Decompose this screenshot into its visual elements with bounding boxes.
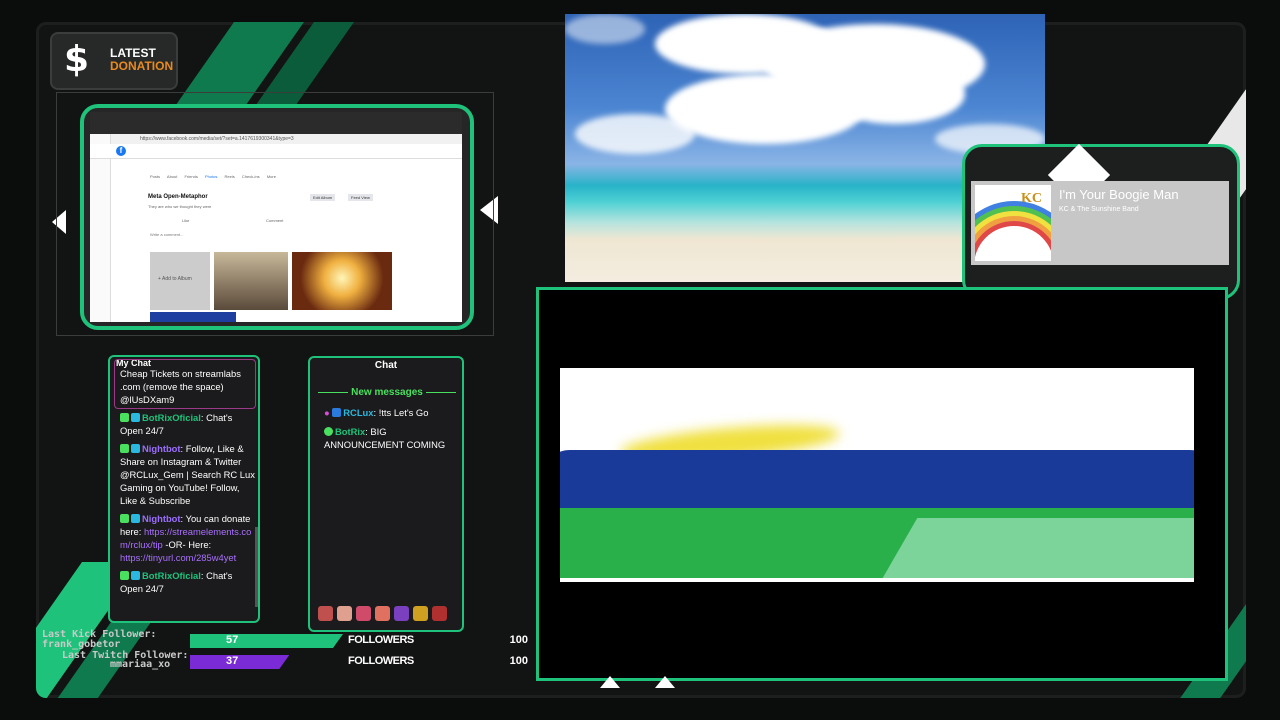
now-playing-widget: KC I'm Your Boogie Man KC & The Sunshine… — [962, 143, 1240, 300]
browser-tab-bar[interactable] — [90, 112, 462, 134]
album-art: KC — [975, 185, 1051, 261]
bot-badge-icon — [131, 413, 140, 422]
emote-icon — [337, 606, 352, 621]
chat-panel: Chat New messages ● RCLux: !tts Let's Go… — [308, 356, 464, 632]
twitch-follower-goal: 37 FOLLOWERS 100 — [190, 655, 530, 669]
video-player-frame — [536, 287, 1228, 681]
facebook-tabs[interactable]: Posts About Friends Photos Reels Check-i… — [150, 174, 276, 179]
video-content[interactable] — [560, 368, 1194, 582]
scrollbar[interactable] — [255, 527, 258, 607]
emote-icon — [375, 606, 390, 621]
my-chat-panel: My Chat Cheap Tickets on streamlabs .com… — [108, 355, 260, 623]
album-photo[interactable] — [292, 252, 392, 310]
comment-button[interactable]: Comment — [266, 218, 283, 223]
my-chat-messages[interactable]: Cheap Tickets on streamlabs .com (remove… — [120, 368, 256, 600]
mic-icon: ● — [324, 407, 330, 418]
arrow-up-icon — [655, 676, 675, 688]
feed-view-button[interactable]: Feed View — [348, 194, 373, 201]
chat-message: Nightbot: You can donate here: https://s… — [120, 513, 252, 563]
badge-icon — [120, 413, 129, 422]
last-kick-follower-name: frank_gobetor — [42, 639, 121, 650]
facebook-navbar: f — [90, 144, 462, 159]
album-photo[interactable] — [214, 252, 288, 310]
chat-message: Cheap Tickets on streamlabs .com (remove… — [120, 368, 241, 405]
goal-progress-bar — [190, 634, 343, 648]
arrow-up-icon — [600, 676, 620, 688]
emote-icon — [413, 606, 428, 621]
page-subtitle: They are who we thought they were — [148, 204, 212, 209]
chat-message: Nightbot: Follow, Like & Share on Instag… — [120, 443, 255, 506]
latest-donation-widget: $ LATEST DONATION — [50, 32, 178, 90]
song-title: I'm Your Boogie Man — [1059, 187, 1179, 202]
emote-icon — [432, 606, 447, 621]
now-playing-card: KC I'm Your Boogie Man KC & The Sunshine… — [971, 181, 1229, 265]
album-photo[interactable] — [150, 312, 236, 322]
comment-input[interactable]: Write a comment... — [150, 232, 184, 237]
chat-message: BotRixOficial: Chat's Open 24/7 — [120, 570, 233, 594]
browser-address-bar[interactable]: https://www.facebook.com/media/set/?set=… — [90, 134, 462, 144]
song-artist: KC & The Sunshine Band — [1059, 206, 1139, 213]
chat-message: ● RCLux: !tts Let's Go — [324, 407, 429, 418]
badge-icon — [120, 571, 129, 580]
donation-label-accent: DONATION — [110, 59, 174, 73]
chat-message: BotRixOficial: Chat's Open 24/7 — [120, 412, 233, 436]
badge-icon — [120, 444, 129, 453]
new-messages-divider: New messages — [318, 387, 456, 398]
badge-icon — [120, 514, 129, 523]
page-title: Meta Open-Metaphor — [148, 194, 208, 200]
donation-label: LATEST — [110, 46, 156, 60]
like-button[interactable]: Like — [182, 218, 189, 223]
rainbow-art — [975, 221, 1051, 261]
bot-badge-icon — [131, 571, 140, 580]
emote-icon — [318, 606, 333, 621]
goal-progress-bar — [190, 655, 289, 669]
dollar-icon: $ — [64, 39, 90, 80]
donate-link[interactable]: https://tinyurl.com/285w4yet — [120, 552, 236, 563]
verified-icon — [324, 427, 333, 436]
chat-message: BotRix: BIG ANNOUNCEMENT COMING — [324, 426, 446, 450]
browser-window[interactable]: https://www.facebook.com/media/set/?set=… — [90, 112, 462, 322]
facebook-logo-icon[interactable]: f — [116, 146, 126, 156]
chat-title: Chat — [374, 360, 398, 371]
bot-badge-icon — [131, 514, 140, 523]
badge-icon — [332, 408, 342, 417]
add-to-album-tile[interactable]: + Add to Album — [150, 252, 210, 310]
kick-follower-goal: 57 FOLLOWERS 100 — [190, 634, 530, 648]
bot-badge-icon — [131, 444, 140, 453]
emote-icon — [394, 606, 409, 621]
browser-sidebar — [90, 134, 111, 322]
last-twitch-follower-name: mmariaa_xo — [110, 659, 171, 670]
edit-album-button[interactable]: Edit Album — [310, 194, 336, 201]
emote-icon — [356, 606, 371, 621]
screen-capture-frame: https://www.facebook.com/media/set/?set=… — [80, 104, 474, 330]
